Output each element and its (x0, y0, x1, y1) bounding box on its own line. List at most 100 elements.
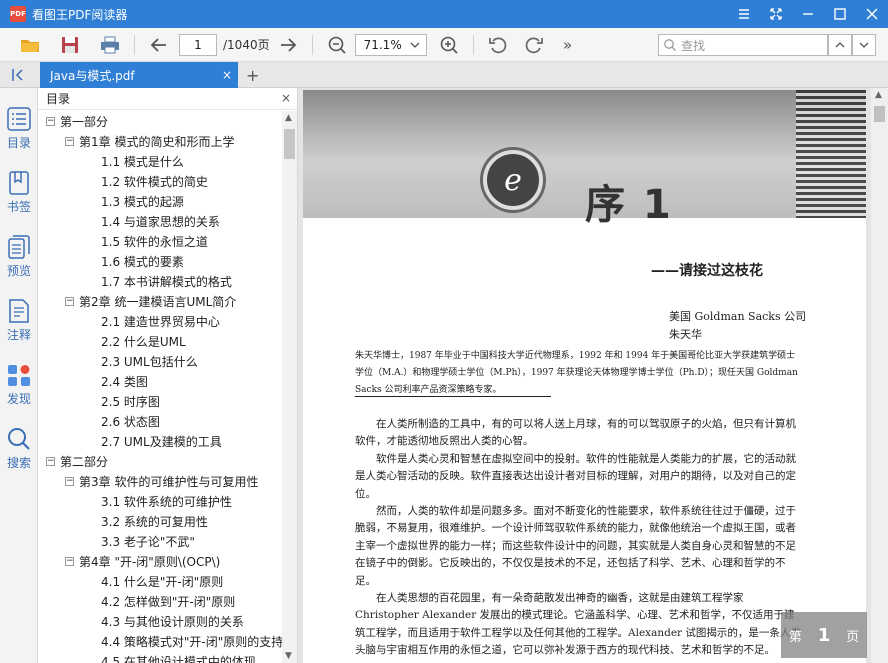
outline-section[interactable]: − 第1章 模式的简史和形而上学 (38, 131, 282, 151)
new-tab-button[interactable]: + (246, 66, 259, 85)
folder-icon (21, 39, 39, 52)
outline-item[interactable]: 1.7 本书讲解模式的格式 (38, 271, 282, 291)
hamburger-icon (739, 9, 749, 19)
arrow-right-icon (280, 37, 296, 52)
minimize-button[interactable] (792, 0, 824, 28)
outline-item-label: 1.4 与道家思想的关系 (101, 214, 220, 229)
page-indicator-number: 1 (817, 624, 831, 646)
outline-item[interactable]: 3.1 软件系统的可维护性 (38, 491, 282, 511)
menu-button[interactable] (728, 0, 760, 28)
collapse-toggle-icon[interactable]: − (65, 556, 74, 566)
document-page: e 序 1 ——请接过这枝花 美国 Goldman Sacks 公司 朱天华 朱… (303, 90, 866, 663)
print-button[interactable] (96, 31, 124, 59)
search-next-button[interactable] (852, 34, 876, 56)
outline-section[interactable]: − 第一部分 (38, 111, 282, 131)
rail-item-search[interactable]: 搜索 (0, 426, 38, 471)
app-title: 看图王PDF阅读器 (32, 7, 128, 22)
outline-item[interactable]: 1.4 与道家思想的关系 (38, 211, 282, 231)
outline-item[interactable]: 2.3 UML包括什么 (38, 351, 282, 371)
outline-item[interactable]: 1.1 模式是什么 (38, 151, 282, 171)
zoom-select[interactable]: 71.1% (354, 33, 427, 56)
window-controls (728, 0, 888, 28)
scroll-up-icon[interactable]: ▲ (875, 90, 882, 100)
outline-item[interactable]: 4.5 在其他设计模式中的体现 (38, 651, 282, 663)
outline-item-label: 4.4 策略模式对"开-闭"原则的支持 (101, 634, 282, 649)
search-input[interactable]: 查找 (658, 34, 828, 56)
outline-section[interactable]: − 第2章 统一建模语言UML简介 (38, 291, 282, 311)
fullscreen-icon (770, 8, 782, 20)
outline-item[interactable]: 4.2 怎样做到"开-闭"原则 (38, 591, 282, 611)
paragraph: 软件是人类心灵和智慧在虚拟空间中的投射。软件的性能就是人类能力的扩展，它的活动就… (355, 452, 796, 500)
outline-item[interactable]: 3.2 系统的可复用性 (38, 511, 282, 531)
collapse-toggle-icon[interactable]: − (65, 296, 74, 306)
title-bar: PDF 看图王PDF阅读器 (0, 0, 888, 28)
rotate-right-button[interactable] (520, 31, 548, 59)
outline-item[interactable]: 4.4 策略模式对"开-闭"原则的支持 (38, 631, 282, 651)
outline-item[interactable]: 1.6 模式的要素 (38, 251, 282, 271)
sidebar-rail: 目录 书签 预览 注释 发现 搜索 (0, 88, 38, 663)
collapse-toggle-icon[interactable]: − (46, 116, 55, 126)
zoom-out-icon (328, 36, 346, 54)
outline-item-label: 4.1 什么是"开-闭"原则 (101, 574, 224, 589)
page-number-input[interactable]: 1 (179, 33, 217, 56)
toolbar: 1 /1040页 71.1% » 查找 (0, 28, 888, 62)
bookmark-icon (9, 171, 29, 195)
prev-page-button[interactable] (145, 31, 173, 59)
outline-section[interactable]: − 第4章 "开-闭"原则\(OCP\) (38, 551, 282, 571)
scroll-up-icon[interactable]: ▲ (285, 113, 292, 123)
rail-item-discover[interactable]: 发现 (0, 362, 38, 407)
outline-title: 目录 (46, 92, 71, 106)
outline-section[interactable]: − 第3章 软件的可维护性与可复用性 (38, 471, 282, 491)
outline-item-label: 2.6 状态图 (101, 414, 160, 429)
rail-label: 注释 (6, 328, 31, 342)
collapse-toggle-icon[interactable]: − (65, 476, 74, 486)
next-page-button[interactable] (274, 31, 302, 59)
outline-item[interactable]: 2.2 什么是UML (38, 331, 282, 351)
outline-item-label: 2.7 UML及建模的工具 (101, 434, 222, 449)
rotate-left-button[interactable] (484, 31, 512, 59)
search-icon (664, 39, 676, 51)
outline-item[interactable]: 2.7 UML及建模的工具 (38, 431, 282, 451)
maximize-button[interactable] (824, 0, 856, 28)
outline-item[interactable]: 2.4 类图 (38, 371, 282, 391)
more-tools-button[interactable]: » (554, 31, 582, 59)
close-icon (866, 8, 878, 20)
outline-item-label: 3.2 系统的可复用性 (101, 514, 208, 529)
close-window-button[interactable] (856, 0, 888, 28)
outline-section[interactable]: − 第二部分 (38, 451, 282, 471)
search-prev-button[interactable] (828, 34, 852, 56)
save-button[interactable] (56, 31, 84, 59)
outline-item[interactable]: 1.2 软件模式的简史 (38, 171, 282, 191)
collapse-sidebar-icon[interactable] (10, 67, 26, 83)
tab-close-button[interactable]: × (222, 68, 232, 82)
toolbar-divider (472, 34, 474, 55)
fullscreen-button[interactable] (760, 0, 792, 28)
zoom-in-button[interactable] (435, 31, 463, 59)
scrollbar-thumb[interactable] (284, 129, 295, 159)
outline-item[interactable]: 4.1 什么是"开-闭"原则 (38, 571, 282, 591)
rail-label: 搜索 (6, 456, 31, 470)
document-scrollbar[interactable]: ▲ (871, 88, 888, 663)
outline-close-button[interactable]: × (281, 91, 291, 105)
rail-item-toc[interactable]: 目录 (0, 106, 38, 151)
open-file-button[interactable] (16, 31, 44, 59)
list-icon (7, 107, 31, 131)
collapse-toggle-icon[interactable]: − (46, 456, 55, 466)
outline-item[interactable]: 2.1 建造世界贸易中心 (38, 311, 282, 331)
outline-item[interactable]: 4.3 与其他设计原则的关系 (38, 611, 282, 631)
tab-document[interactable]: Java与模式.pdf × (40, 62, 238, 88)
rail-item-bookmark[interactable]: 书签 (0, 170, 38, 215)
zoom-out-button[interactable] (323, 31, 351, 59)
collapse-toggle-icon[interactable]: − (65, 136, 74, 146)
outline-item-label: 4.2 怎样做到"开-闭"原则 (101, 594, 236, 609)
rail-item-notes[interactable]: 注释 (0, 298, 38, 343)
scrollbar-thumb[interactable] (874, 106, 885, 122)
outline-scrollbar[interactable]: ▲ ▼ (282, 111, 297, 663)
outline-item[interactable]: 3.3 老子论"不武" (38, 531, 282, 551)
outline-item[interactable]: 1.3 模式的起源 (38, 191, 282, 211)
scroll-down-icon[interactable]: ▼ (285, 651, 292, 661)
rail-item-preview[interactable]: 预览 (0, 234, 38, 279)
outline-item[interactable]: 2.6 状态图 (38, 411, 282, 431)
outline-item[interactable]: 2.5 时序图 (38, 391, 282, 411)
outline-item[interactable]: 1.5 软件的永恒之道 (38, 231, 282, 251)
